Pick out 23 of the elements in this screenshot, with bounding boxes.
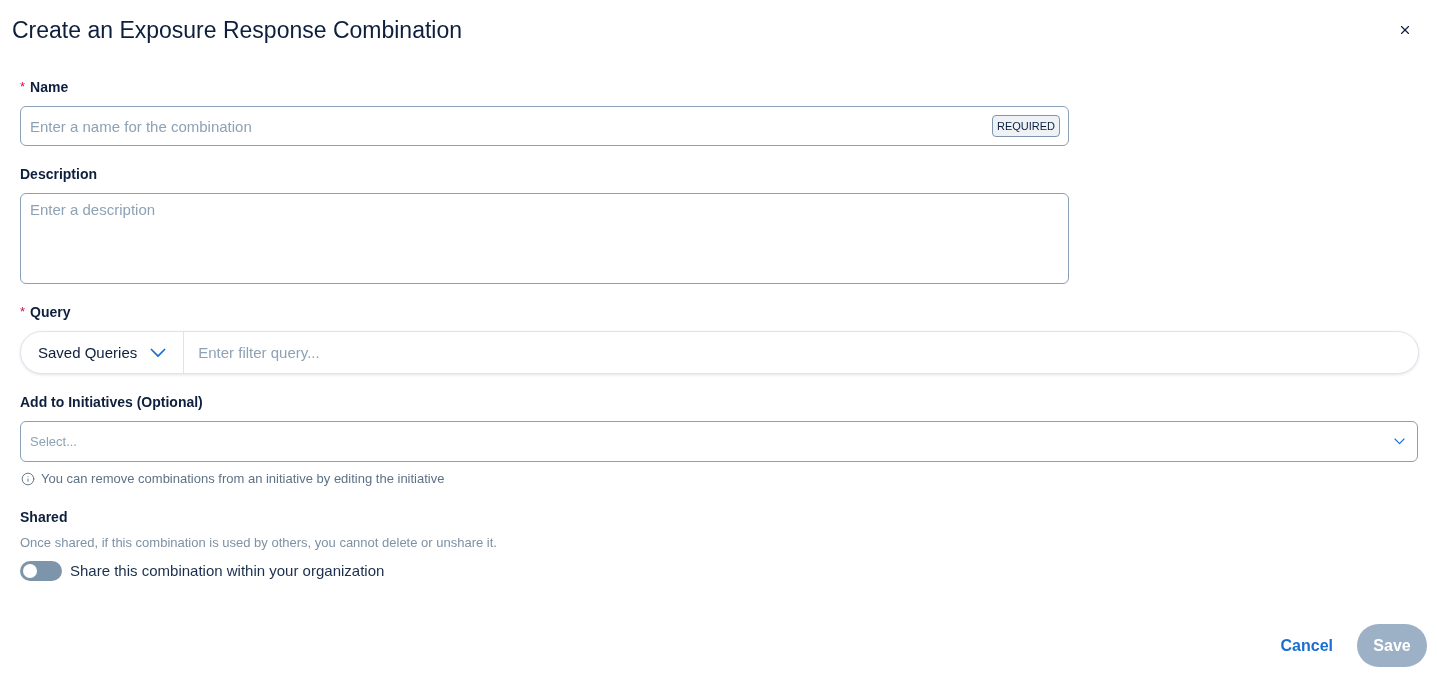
field-label: Query [30,303,71,322]
required-badge: REQUIRED [991,115,1060,137]
chevron-down-icon [150,347,167,358]
initiatives-select[interactable]: Select... [20,421,1418,462]
field-label: Add to Initiatives (Optional) [20,393,203,412]
description-field[interactable]: Enter a description [20,193,1069,284]
toggle-switch[interactable] [20,561,62,581]
shared-label: Shared [20,508,68,527]
field-label: Description [20,165,97,184]
cancel-button[interactable]: Cancel [1278,632,1335,659]
toggle-label: Share this combination within your organization [70,561,385,581]
query-input[interactable]: Enter filter query... [184,332,1418,373]
saved-queries-dropdown[interactable]: Saved Queries [21,332,185,373]
query-field[interactable]: Saved Queries Enter filter query... [20,331,1419,374]
required-asterisk: * [20,303,26,321]
hint-text: You can remove combinations from an initiative by editing the initiative [41,470,445,488]
close-icon [1398,23,1412,37]
chevron-down-icon [1394,438,1405,445]
dialog-title: Create an Exposure Response Combination [12,16,463,45]
field-label: Name [30,78,69,97]
info-icon [21,472,35,486]
required-asterisk: * [20,78,26,96]
shared-description: Once shared, if this combination is used by others, you cannot delete or unshare it. [20,534,497,552]
